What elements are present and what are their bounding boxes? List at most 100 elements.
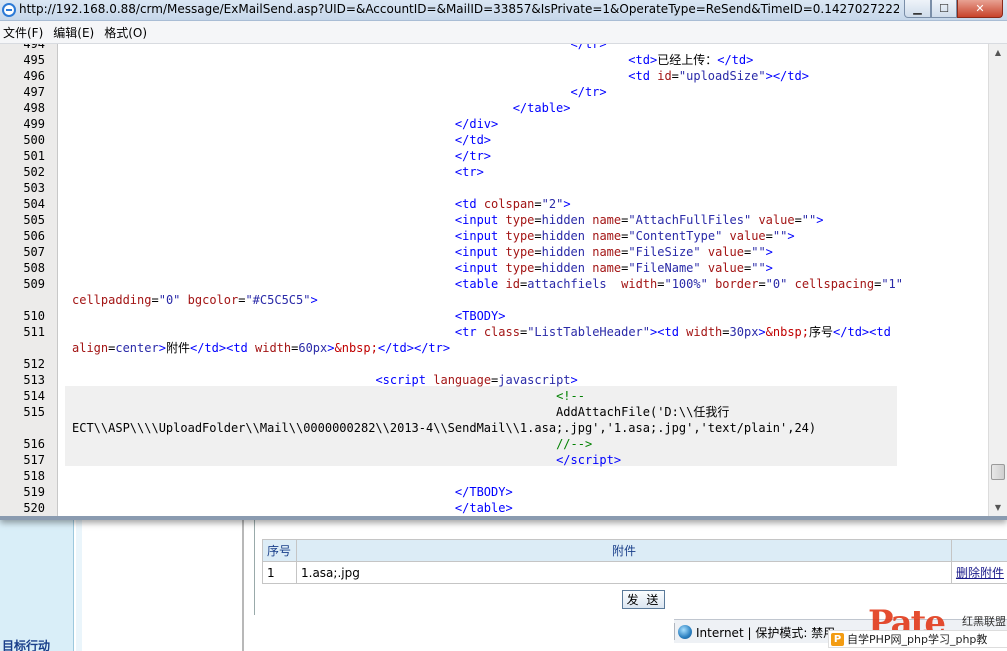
watermark-bottom-text: 自学PHP网_php学习_php教	[847, 633, 988, 646]
source-line: 503	[0, 180, 988, 196]
close-button[interactable]: ✕	[957, 0, 1003, 18]
line-code: </div>	[454, 117, 499, 131]
line-number: 510	[23, 309, 45, 323]
source-line: 507 <input type=hidden name="FileSize" v…	[0, 244, 988, 260]
source-code-area[interactable]: 494 </tr> 495 <td>已经上传：</td> 496 <td id=…	[0, 44, 1007, 516]
line-number: 512	[23, 357, 45, 371]
line-number: 496	[23, 69, 45, 83]
minimize-button[interactable]: ▁	[904, 0, 931, 18]
source-line: 509 <table id=attachfiels width="100%" b…	[0, 276, 988, 292]
left-nav-panel: 目标行动	[0, 515, 74, 651]
source-lines: 494 </tr> 495 <td>已经上传：</td> 496 <td id=…	[0, 44, 988, 516]
source-line: 496 <td id="uploadSize"></td>	[0, 68, 988, 84]
line-number: 501	[23, 149, 45, 163]
status-separator	[674, 623, 675, 640]
source-line: 514 <!--	[0, 388, 988, 404]
source-line: 505 <input type=hidden name="AttachFullF…	[0, 212, 988, 228]
line-code: <td>已经上传：</td>	[628, 53, 754, 67]
line-code: <input type=hidden name="FileName" value…	[454, 261, 773, 275]
source-line: 508 <input type=hidden name="FileName" v…	[0, 260, 988, 276]
line-code: <TBODY>	[454, 309, 506, 323]
line-number: 514	[23, 389, 45, 403]
send-button[interactable]: 发 送	[622, 590, 665, 609]
line-number: 519	[23, 485, 45, 499]
line-code: <td colspan="2">	[454, 197, 571, 211]
ie-icon	[2, 3, 16, 17]
line-number: 511	[23, 325, 45, 339]
line-number: 504	[23, 197, 45, 211]
window-controls: ▁ ☐ ✕	[904, 0, 1007, 18]
source-line: 520 </table>	[0, 500, 988, 516]
source-line: align=center>附件</td><td width=60px>&nbsp…	[0, 340, 988, 356]
source-line: 517 </script>	[0, 452, 988, 468]
line-code: cellpadding="0" bgcolor="#C5C5C5">	[72, 293, 318, 307]
row-action-cell: 删除附件	[950, 561, 1007, 584]
scroll-down-arrow-icon[interactable]: ▼	[989, 499, 1007, 516]
source-line: 510 <TBODY>	[0, 308, 988, 324]
line-code: </tr>	[570, 44, 607, 51]
maximize-button[interactable]: ☐	[931, 0, 957, 18]
window-title: http://192.168.0.88/crm/Message/ExMailSe…	[19, 2, 899, 16]
header-index: 序号	[262, 539, 297, 562]
line-code: <script language=javascript>	[375, 373, 578, 387]
line-number: 499	[23, 117, 45, 131]
source-line: 515 AddAttachFile('D:\\任我行	[0, 404, 988, 420]
line-code: </tr>	[570, 85, 607, 99]
source-line: 500 </td>	[0, 132, 988, 148]
left-nav-label[interactable]: 目标行动	[2, 637, 50, 651]
vertical-scrollbar[interactable]: ▲ ▼	[988, 44, 1007, 516]
line-code: </table>	[454, 501, 513, 515]
menu-edit[interactable]: 编辑(E)	[50, 24, 101, 41]
delete-attachment-link[interactable]: 删除附件	[956, 566, 1004, 580]
line-code: AddAttachFile('D:\\任我行	[72, 405, 730, 419]
line-code: </td>	[454, 133, 492, 147]
source-line: 495 <td>已经上传：</td>	[0, 52, 988, 68]
status-zone-text[interactable]: Internet | 保护模式: 禁用	[696, 624, 835, 641]
background-page: 目标行动 序号 附件 1 1.asa;.jpg 删除附件 发 送 Interne…	[0, 515, 1007, 651]
source-line: 513 <script language=javascript>	[0, 372, 988, 388]
line-number: 520	[23, 501, 45, 515]
source-line: cellpadding="0" bgcolor="#C5C5C5">	[0, 292, 988, 308]
watermark-side-text: 红黑联盟	[962, 615, 1006, 628]
line-number: 503	[23, 181, 45, 195]
line-code: <!--	[556, 389, 585, 403]
line-number: 506	[23, 229, 45, 243]
line-number: 516	[23, 437, 45, 451]
php-site-icon: P	[831, 633, 844, 646]
line-code: </TBODY>	[454, 485, 513, 499]
title-bar[interactable]: http://192.168.0.88/crm/Message/ExMailSe…	[0, 0, 1007, 21]
row-filename: 1.asa;.jpg	[296, 561, 952, 584]
line-code: <td id="uploadSize"></td>	[628, 69, 809, 83]
source-line: 502 <tr>	[0, 164, 988, 180]
scroll-up-arrow-icon[interactable]: ▲	[989, 44, 1007, 61]
line-number: 513	[23, 373, 45, 387]
globe-icon	[678, 625, 692, 639]
table-row: 1 1.asa;.jpg 删除附件	[262, 561, 1007, 584]
left-panel-divider	[76, 515, 82, 651]
line-number: 494	[23, 44, 45, 51]
source-line: 519 </TBODY>	[0, 484, 988, 500]
line-number: 508	[23, 261, 45, 275]
menu-file[interactable]: 文件(F)	[0, 24, 50, 41]
source-line: 512	[0, 356, 988, 372]
watermark: Pate 红黑联盟 P 自学PHP网_php学习_php教	[828, 599, 1007, 651]
row-index: 1	[262, 561, 297, 584]
view-source-window: http://192.168.0.88/crm/Message/ExMailSe…	[0, 0, 1007, 520]
line-number: 518	[23, 469, 45, 483]
line-code: <input type=hidden name="AttachFullFiles…	[454, 213, 824, 227]
line-code: <input type=hidden name="ContentType" va…	[454, 229, 795, 243]
line-number: 517	[23, 453, 45, 467]
line-code: <table id=attachfiels width="100%" borde…	[454, 277, 903, 291]
menu-format[interactable]: 格式(O)	[101, 24, 154, 41]
source-line: ECT\\ASP\\\\UploadFolder\\Mail\\00000002…	[0, 420, 988, 436]
line-code: <tr class="ListTableHeader"><td width=30…	[454, 325, 891, 339]
line-number: 509	[23, 277, 45, 291]
attachment-table-header: 序号 附件	[262, 539, 1007, 562]
line-number: 498	[23, 101, 45, 115]
source-line: 501 </tr>	[0, 148, 988, 164]
scroll-thumb[interactable]	[991, 464, 1005, 480]
source-line: 511 <tr class="ListTableHeader"><td widt…	[0, 324, 988, 340]
source-line: 516 //-->	[0, 436, 988, 452]
watermark-taskbar-item: P 自学PHP网_php学习_php教	[828, 630, 1007, 648]
line-number: 507	[23, 245, 45, 259]
